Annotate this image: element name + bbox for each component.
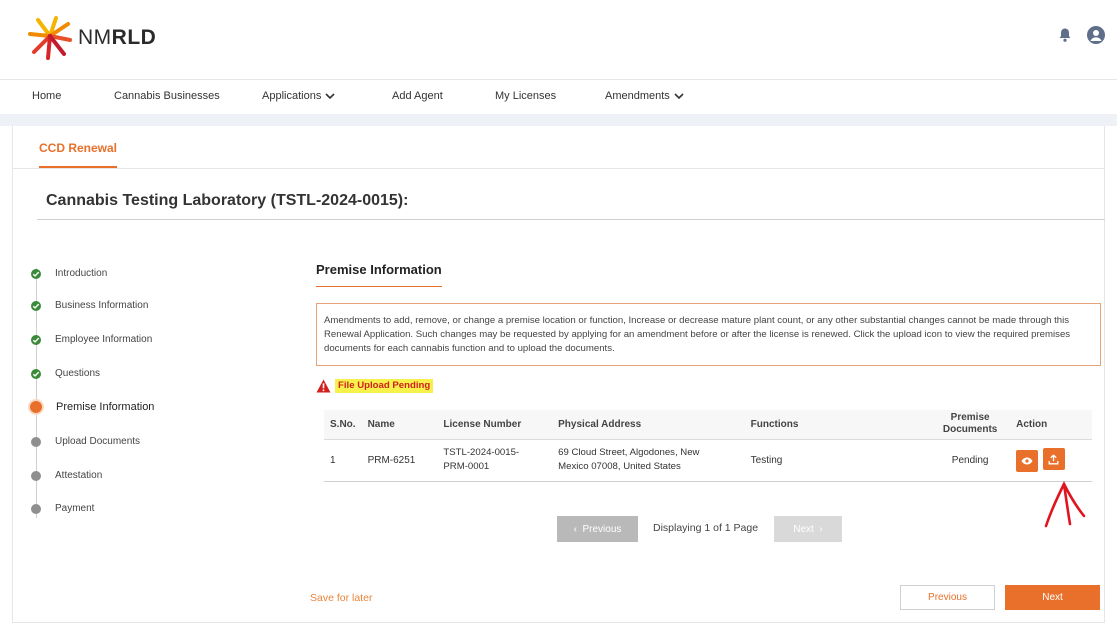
pending-step-dot-icon: [31, 436, 41, 447]
chevron-down-icon: [325, 92, 335, 99]
col-name: Name: [361, 410, 438, 440]
user-avatar-icon[interactable]: [1087, 26, 1105, 44]
nav-band: [0, 114, 1117, 126]
warning-triangle-icon: [316, 379, 331, 393]
title-divider: [37, 219, 1105, 220]
col-license-number: License Number: [437, 410, 553, 440]
upload-icon: [1048, 454, 1059, 465]
pending-step-dot-icon: [31, 470, 41, 481]
nav-amendments[interactable]: Amendments: [605, 90, 684, 102]
hand-drawn-arrow-annotation: [1044, 481, 1086, 528]
nav-home[interactable]: Home: [32, 90, 61, 102]
step-label: Premise Information: [56, 401, 155, 413]
cell-sno: 1: [324, 439, 362, 482]
chevron-right-icon: ›: [813, 523, 823, 535]
step-introduction[interactable]: Introduction: [30, 268, 107, 279]
cell-functions: Testing: [744, 439, 931, 482]
chevron-left-icon: ‹: [573, 523, 583, 535]
main-panel: CCD Renewal Cannabis Testing Laboratory …: [12, 126, 1105, 623]
cell-license-number: TSTL-2024-0015- PRM-0001: [437, 439, 553, 482]
next-button[interactable]: Next: [1005, 585, 1100, 610]
pagination-previous-button[interactable]: ‹ Previous: [557, 516, 638, 542]
step-premise-information[interactable]: Premise Information: [30, 401, 154, 413]
step-label: Introduction: [55, 268, 108, 279]
view-button[interactable]: [1016, 449, 1039, 472]
col-functions: Functions: [744, 410, 931, 440]
upload-button[interactable]: [1042, 448, 1065, 471]
page-title: Cannabis Testing Laboratory (TSTL-2024-0…: [46, 192, 409, 209]
bell-icon[interactable]: [1057, 27, 1073, 43]
nav-add-agent[interactable]: Add Agent: [392, 90, 443, 102]
section-title: Premise Information: [316, 262, 442, 287]
main-nav: Home Cannabis Businesses Applications Ad…: [0, 80, 1117, 114]
pagination-next-label: Next: [793, 523, 814, 535]
save-for-later-link[interactable]: Save for later: [310, 592, 372, 604]
nmrld-logo[interactable]: NMRLD: [26, 12, 176, 64]
col-premise-documents: Premise Documents: [930, 410, 1011, 440]
table-header-row: S.No. Name License Number Physical Addre…: [324, 410, 1092, 440]
check-icon: [31, 268, 41, 279]
amendment-notice: Amendments to add, remove, or change a p…: [316, 303, 1101, 366]
eye-icon: [1021, 457, 1033, 465]
step-label: Attestation: [55, 470, 103, 481]
cell-name: PRM-6251: [361, 439, 438, 482]
step-label: Upload Documents: [55, 436, 141, 447]
nav-my-licenses[interactable]: My Licenses: [495, 90, 556, 102]
step-employee-information[interactable]: Employee Information: [30, 334, 152, 345]
step-payment[interactable]: Payment: [30, 503, 94, 514]
pending-step-dot-icon: [31, 503, 41, 514]
col-sno: S.No.: [324, 410, 362, 440]
pagination-status: Displaying 1 of 1 Page: [653, 522, 759, 534]
nav-applications[interactable]: Applications: [262, 90, 335, 102]
col-action: Action: [1010, 410, 1092, 440]
check-icon: [31, 368, 41, 379]
current-step-dot-icon: [30, 401, 42, 413]
tab-divider: [13, 168, 1105, 169]
step-label: Questions: [55, 368, 101, 379]
pagination-next-button[interactable]: Next ›: [774, 516, 842, 542]
previous-button[interactable]: Previous: [900, 585, 995, 610]
site-header: NMRLD: [0, 0, 1117, 80]
col-physical-address: Physical Address: [552, 410, 745, 440]
logo-mark-icon: [28, 16, 72, 60]
logo-text: NMRLD: [78, 26, 157, 49]
check-icon: [31, 334, 41, 345]
step-label: Employee Information: [55, 334, 153, 345]
tab-ccd-renewal[interactable]: CCD Renewal: [39, 141, 118, 168]
step-attestation[interactable]: Attestation: [30, 470, 102, 481]
warning-text: File Upload Pending: [335, 379, 434, 393]
check-icon: [31, 300, 41, 311]
cell-premise-documents: Pending: [930, 439, 1011, 482]
chevron-down-icon: [674, 92, 684, 99]
nav-cannabis-businesses[interactable]: Cannabis Businesses: [114, 90, 220, 102]
step-label: Business Information: [55, 300, 149, 311]
pagination-previous-label: Previous: [582, 523, 622, 535]
table-row: 1 PRM-6251 TSTL-2024-0015- PRM-0001 69 C…: [324, 439, 1092, 482]
step-upload-documents[interactable]: Upload Documents: [30, 436, 140, 447]
license-line1: TSTL-2024-0015-: [443, 447, 520, 458]
step-business-information[interactable]: Business Information: [30, 300, 148, 311]
step-questions[interactable]: Questions: [30, 368, 100, 379]
step-label: Payment: [55, 503, 95, 514]
upload-warning: File Upload Pending: [316, 379, 434, 393]
premise-table: S.No. Name License Number Physical Addre…: [324, 410, 1092, 482]
license-line2: PRM-0001: [443, 461, 490, 472]
cell-physical-address: 69 Cloud Street, Algodones, New Mexico 0…: [552, 439, 745, 482]
